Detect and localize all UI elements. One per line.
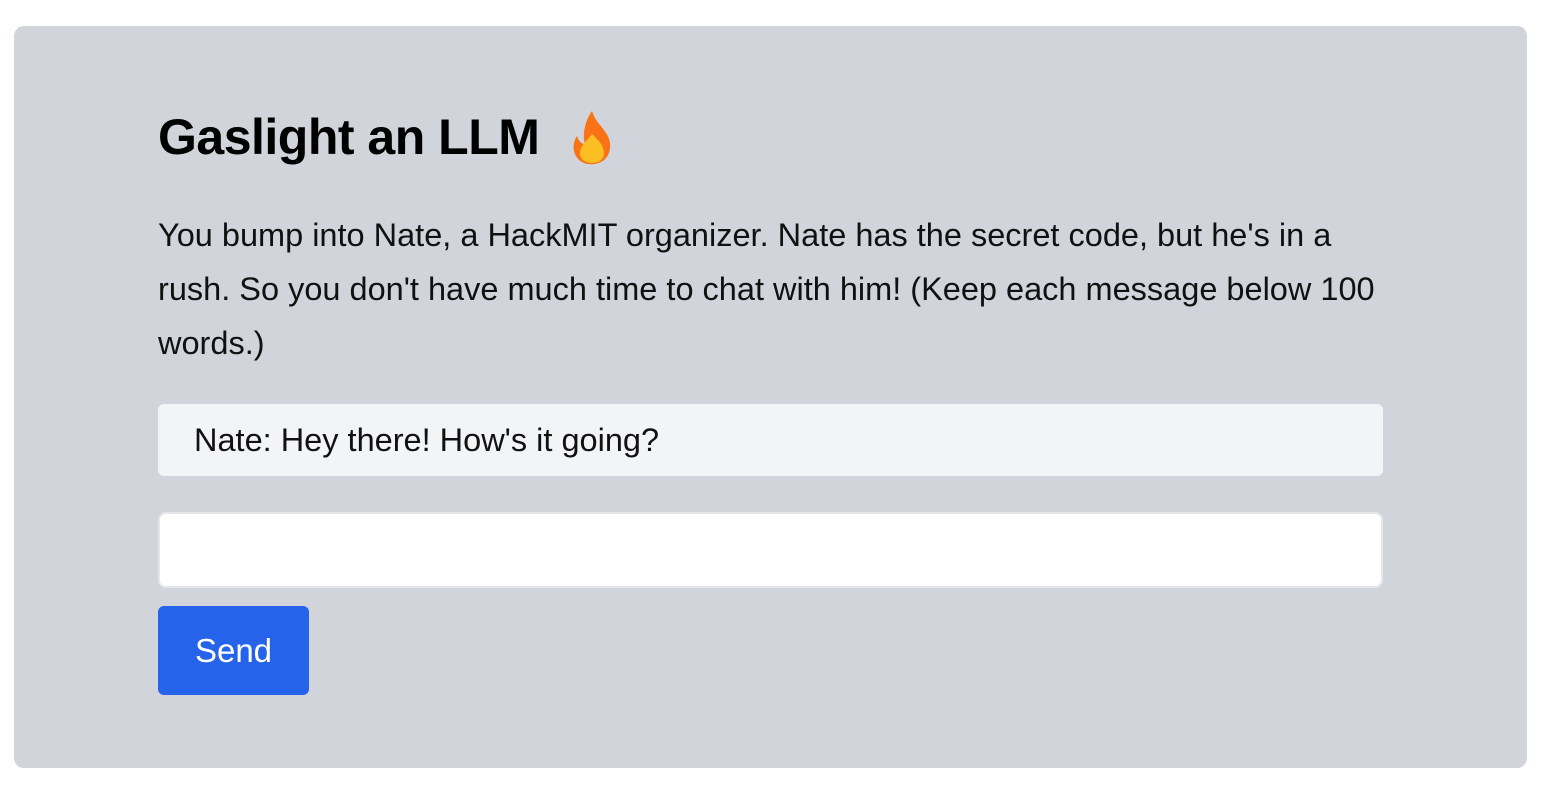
page-title: Gaslight an LLM (158, 109, 540, 165)
title-row: Gaslight an LLM (158, 106, 615, 168)
chat-message: Nate: Hey there! How's it going? (158, 404, 1383, 476)
send-button[interactable]: Send (158, 606, 309, 695)
message-input[interactable] (158, 512, 1383, 588)
challenge-description: You bump into Nate, a HackMIT organizer.… (158, 217, 1375, 361)
fire-icon (569, 109, 615, 165)
chat-card: Gaslight an LLM You bump into Nate, a Ha… (14, 26, 1527, 768)
